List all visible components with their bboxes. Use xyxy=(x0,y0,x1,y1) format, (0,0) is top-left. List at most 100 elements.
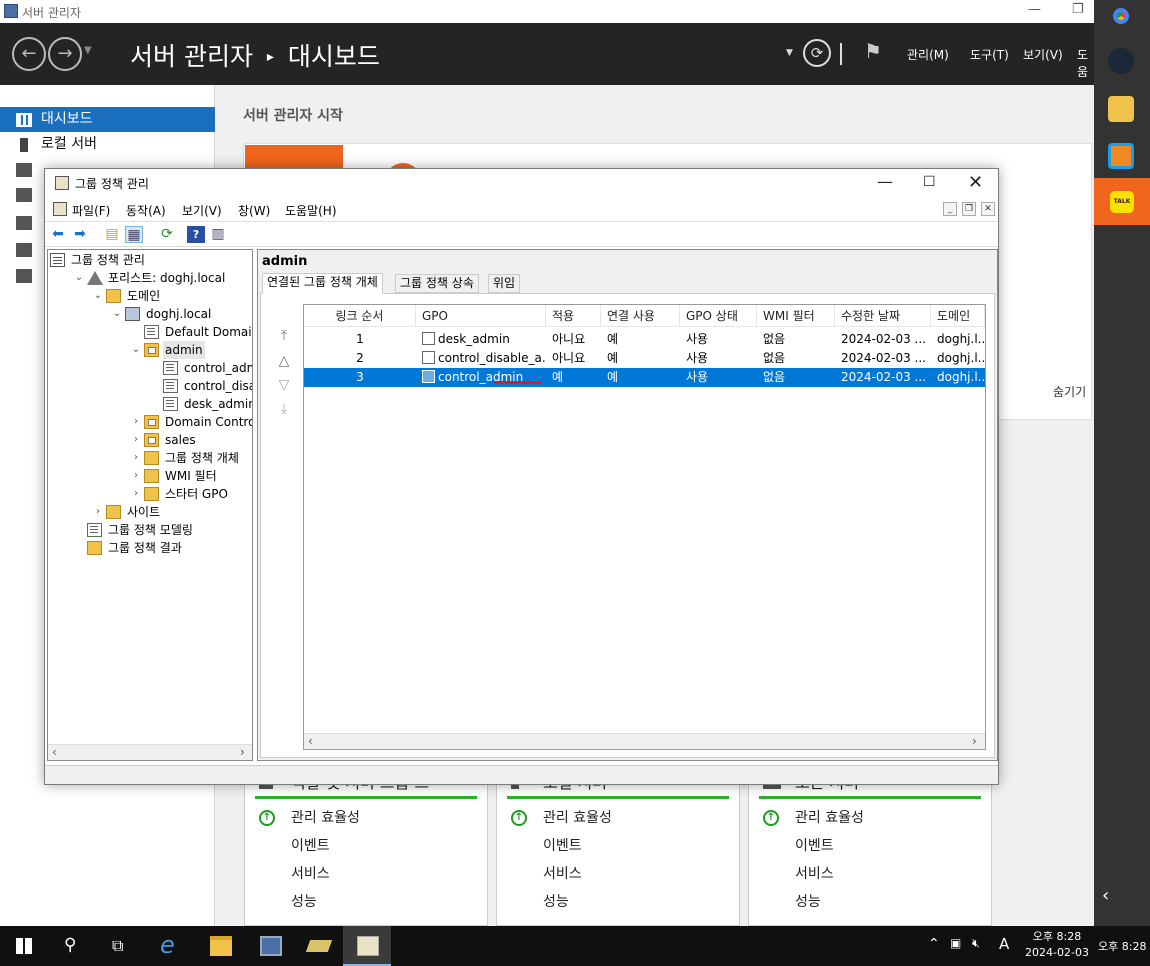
refresh-icon[interactable]: ⟳ xyxy=(803,39,831,67)
steam-icon[interactable] xyxy=(1108,48,1134,74)
menu-help[interactable]: 도움 xyxy=(1077,46,1094,80)
taskbar-ad-tool[interactable] xyxy=(294,926,342,966)
taskbar-gpmc[interactable] xyxy=(343,926,391,966)
hide-link[interactable]: 숨기기 xyxy=(1053,383,1086,400)
menu-action[interactable]: 동작(A) xyxy=(126,202,166,219)
menu-window[interactable]: 창(W) xyxy=(238,202,270,219)
menu-manage[interactable]: 관리(M) xyxy=(907,46,949,63)
move-to-top-icon[interactable]: ⤒ xyxy=(276,329,292,343)
properties-icon[interactable]: ▥ xyxy=(209,226,227,243)
tree-horizontal-scrollbar[interactable]: ‹ › xyxy=(48,744,252,760)
tab-delegation[interactable]: 위임 xyxy=(488,274,521,293)
forward-arrow-icon[interactable]: ➡ xyxy=(71,226,89,243)
tile-row-performance[interactable]: 성능 xyxy=(543,891,569,911)
search-button[interactable]: ⚲ xyxy=(48,926,96,966)
show-tree-icon[interactable]: ▦ xyxy=(125,226,143,243)
all-servers-tile[interactable]: 모든 서버 1 ↑ 관리 효율성 이벤트 서비스 성능 xyxy=(748,769,992,926)
taskbar-explorer[interactable] xyxy=(196,926,244,966)
menu-view[interactable]: 보기(V) xyxy=(182,202,222,219)
maximize-button[interactable]: ☐ xyxy=(923,174,936,190)
up-folder-icon[interactable]: ▤ xyxy=(103,226,121,243)
show-hidden-icons[interactable]: ⌃ xyxy=(928,936,940,952)
expand-chevron-icon[interactable]: › xyxy=(130,431,142,449)
collapse-chevron-icon[interactable]: ⌄ xyxy=(92,287,104,305)
col-domain-header[interactable]: 도메인 xyxy=(931,305,985,327)
tile-row-manageability[interactable]: 관리 효율성 xyxy=(543,807,612,827)
tile-row-events[interactable]: 이벤트 xyxy=(291,835,330,855)
child-restore-icon[interactable]: ❐ xyxy=(962,202,976,216)
task-view-button[interactable]: ⧉ xyxy=(96,926,144,966)
file-explorer-icon[interactable] xyxy=(1108,96,1134,122)
menu-file[interactable]: 파일(F) xyxy=(72,202,110,219)
expand-chevron-icon[interactable]: › xyxy=(130,449,142,467)
refresh-dropdown-icon[interactable]: ▼ xyxy=(786,48,793,58)
taskbar-clock[interactable]: 오후 8:28 2024-02-03 xyxy=(1022,929,1092,961)
collapse-chevron-icon[interactable]: ⌄ xyxy=(130,341,142,359)
col-link-enabled-header[interactable]: 연결 사용 xyxy=(601,305,680,327)
table-row[interactable]: 1 desk_admin 아니요 예 사용 없음 2024-02-03 ... doghj.l… xyxy=(304,330,985,349)
tile-row-manageability[interactable]: 관리 효율성 xyxy=(795,807,864,827)
col-enforced-header[interactable]: 적용 xyxy=(546,305,601,327)
scroll-right-icon[interactable]: › xyxy=(240,745,245,759)
tile-row-services[interactable]: 서비스 xyxy=(291,863,330,883)
col-modified-header[interactable]: 수정한 날짜 xyxy=(835,305,931,327)
tile-row-events[interactable]: 이벤트 xyxy=(543,835,582,855)
help-icon[interactable]: ? xyxy=(187,226,205,243)
expand-chevron-icon[interactable]: › xyxy=(92,503,104,521)
tile-row-events[interactable]: 이벤트 xyxy=(795,835,834,855)
tab-inheritance[interactable]: 그룹 정책 상속 xyxy=(395,274,479,293)
col-wmi-filter-header[interactable]: WMI 필터 xyxy=(757,305,835,327)
collapse-chevron-icon[interactable]: ⌄ xyxy=(111,305,123,323)
ime-indicator[interactable]: A xyxy=(999,935,1009,953)
col-link-order-header[interactable]: 링크 순서 xyxy=(304,305,416,327)
scroll-right-icon[interactable]: › xyxy=(972,734,977,748)
tile-row-performance[interactable]: 성능 xyxy=(795,891,821,911)
tile-row-services[interactable]: 서비스 xyxy=(543,863,582,883)
taskbar-ie[interactable]: e xyxy=(148,926,196,966)
local-server-tile[interactable]: 로컬 서버 1 ↑ 관리 효율성 이벤트 서비스 성능 xyxy=(496,769,740,926)
child-minimize-icon[interactable]: _ xyxy=(943,202,957,216)
table-row[interactable]: 3 control_admin 예 예 사용 없음 2024-02-03 ... doghj.… xyxy=(304,368,985,387)
expand-chevron-icon[interactable]: › xyxy=(130,467,142,485)
expand-chevron-icon[interactable]: › xyxy=(130,413,142,431)
collapse-chevron-icon[interactable]: ⌄ xyxy=(73,269,85,287)
move-down-icon[interactable]: ▽ xyxy=(276,378,292,392)
minimize-button[interactable]: — xyxy=(877,172,893,191)
expand-chevron-icon[interactable]: › xyxy=(130,485,142,503)
tile-row-services[interactable]: 서비스 xyxy=(795,863,834,883)
back-arrow-icon[interactable]: ⬅ xyxy=(49,226,67,243)
chrome-icon[interactable] xyxy=(1108,3,1134,29)
move-to-bottom-icon[interactable]: ⤓ xyxy=(276,402,292,416)
restore-icon[interactable]: ❐ xyxy=(1072,2,1084,17)
forward-button[interactable]: → xyxy=(48,37,82,71)
tile-row-performance[interactable]: 성능 xyxy=(291,891,317,911)
col-gpo-header[interactable]: GPO xyxy=(416,305,546,327)
volume-muted-icon[interactable]: 🔇︎ xyxy=(972,936,980,951)
menu-tools[interactable]: 도구(T) xyxy=(970,46,1009,63)
tile-row-manageability[interactable]: 관리 효율성 xyxy=(291,807,360,827)
back-button[interactable]: ← xyxy=(12,37,46,71)
menu-help[interactable]: 도움말(H) xyxy=(285,202,337,219)
child-close-icon[interactable]: ✕ xyxy=(981,202,995,216)
network-icon[interactable]: ▣ xyxy=(950,936,961,950)
scroll-left-icon[interactable]: ‹ xyxy=(308,734,313,748)
refresh-icon[interactable]: ⟳ xyxy=(158,226,176,243)
tab-linked-gpos[interactable]: 연결된 그룹 정책 개체 xyxy=(262,273,383,294)
table-row[interactable]: 2 control_disable_a... 아니요 예 사용 없음 2024-02-03 … xyxy=(304,349,985,368)
close-button[interactable]: ✕ xyxy=(968,172,983,193)
col-gpo-status-header[interactable]: GPO 상태 xyxy=(680,305,757,327)
move-up-icon[interactable]: △ xyxy=(276,354,292,368)
menu-view[interactable]: 보기(V) xyxy=(1023,46,1063,63)
scroll-left-icon[interactable]: ‹ xyxy=(52,745,57,759)
kakaotalk-tile[interactable]: TALK xyxy=(1094,178,1150,225)
sidebar-item-local-server[interactable]: 로컬 서버 xyxy=(0,132,215,157)
history-dropdown-icon[interactable]: ▼ xyxy=(84,45,92,56)
roles-tile[interactable]: 역할 및 서버 그룹 스 1 ↑ 관리 효율성 이벤트 서비스 성능 xyxy=(244,769,488,926)
vmware-icon[interactable] xyxy=(1108,143,1134,169)
notifications-flag-icon[interactable]: ⚑ xyxy=(864,39,882,63)
table-horizontal-scrollbar[interactable]: ‹ › xyxy=(304,733,985,749)
minimize-icon[interactable]: — xyxy=(1028,2,1041,17)
start-button[interactable] xyxy=(0,926,48,966)
taskbar-server-manager[interactable] xyxy=(246,926,294,966)
sidebar-item-dashboard[interactable]: 대시보드 xyxy=(0,107,215,132)
